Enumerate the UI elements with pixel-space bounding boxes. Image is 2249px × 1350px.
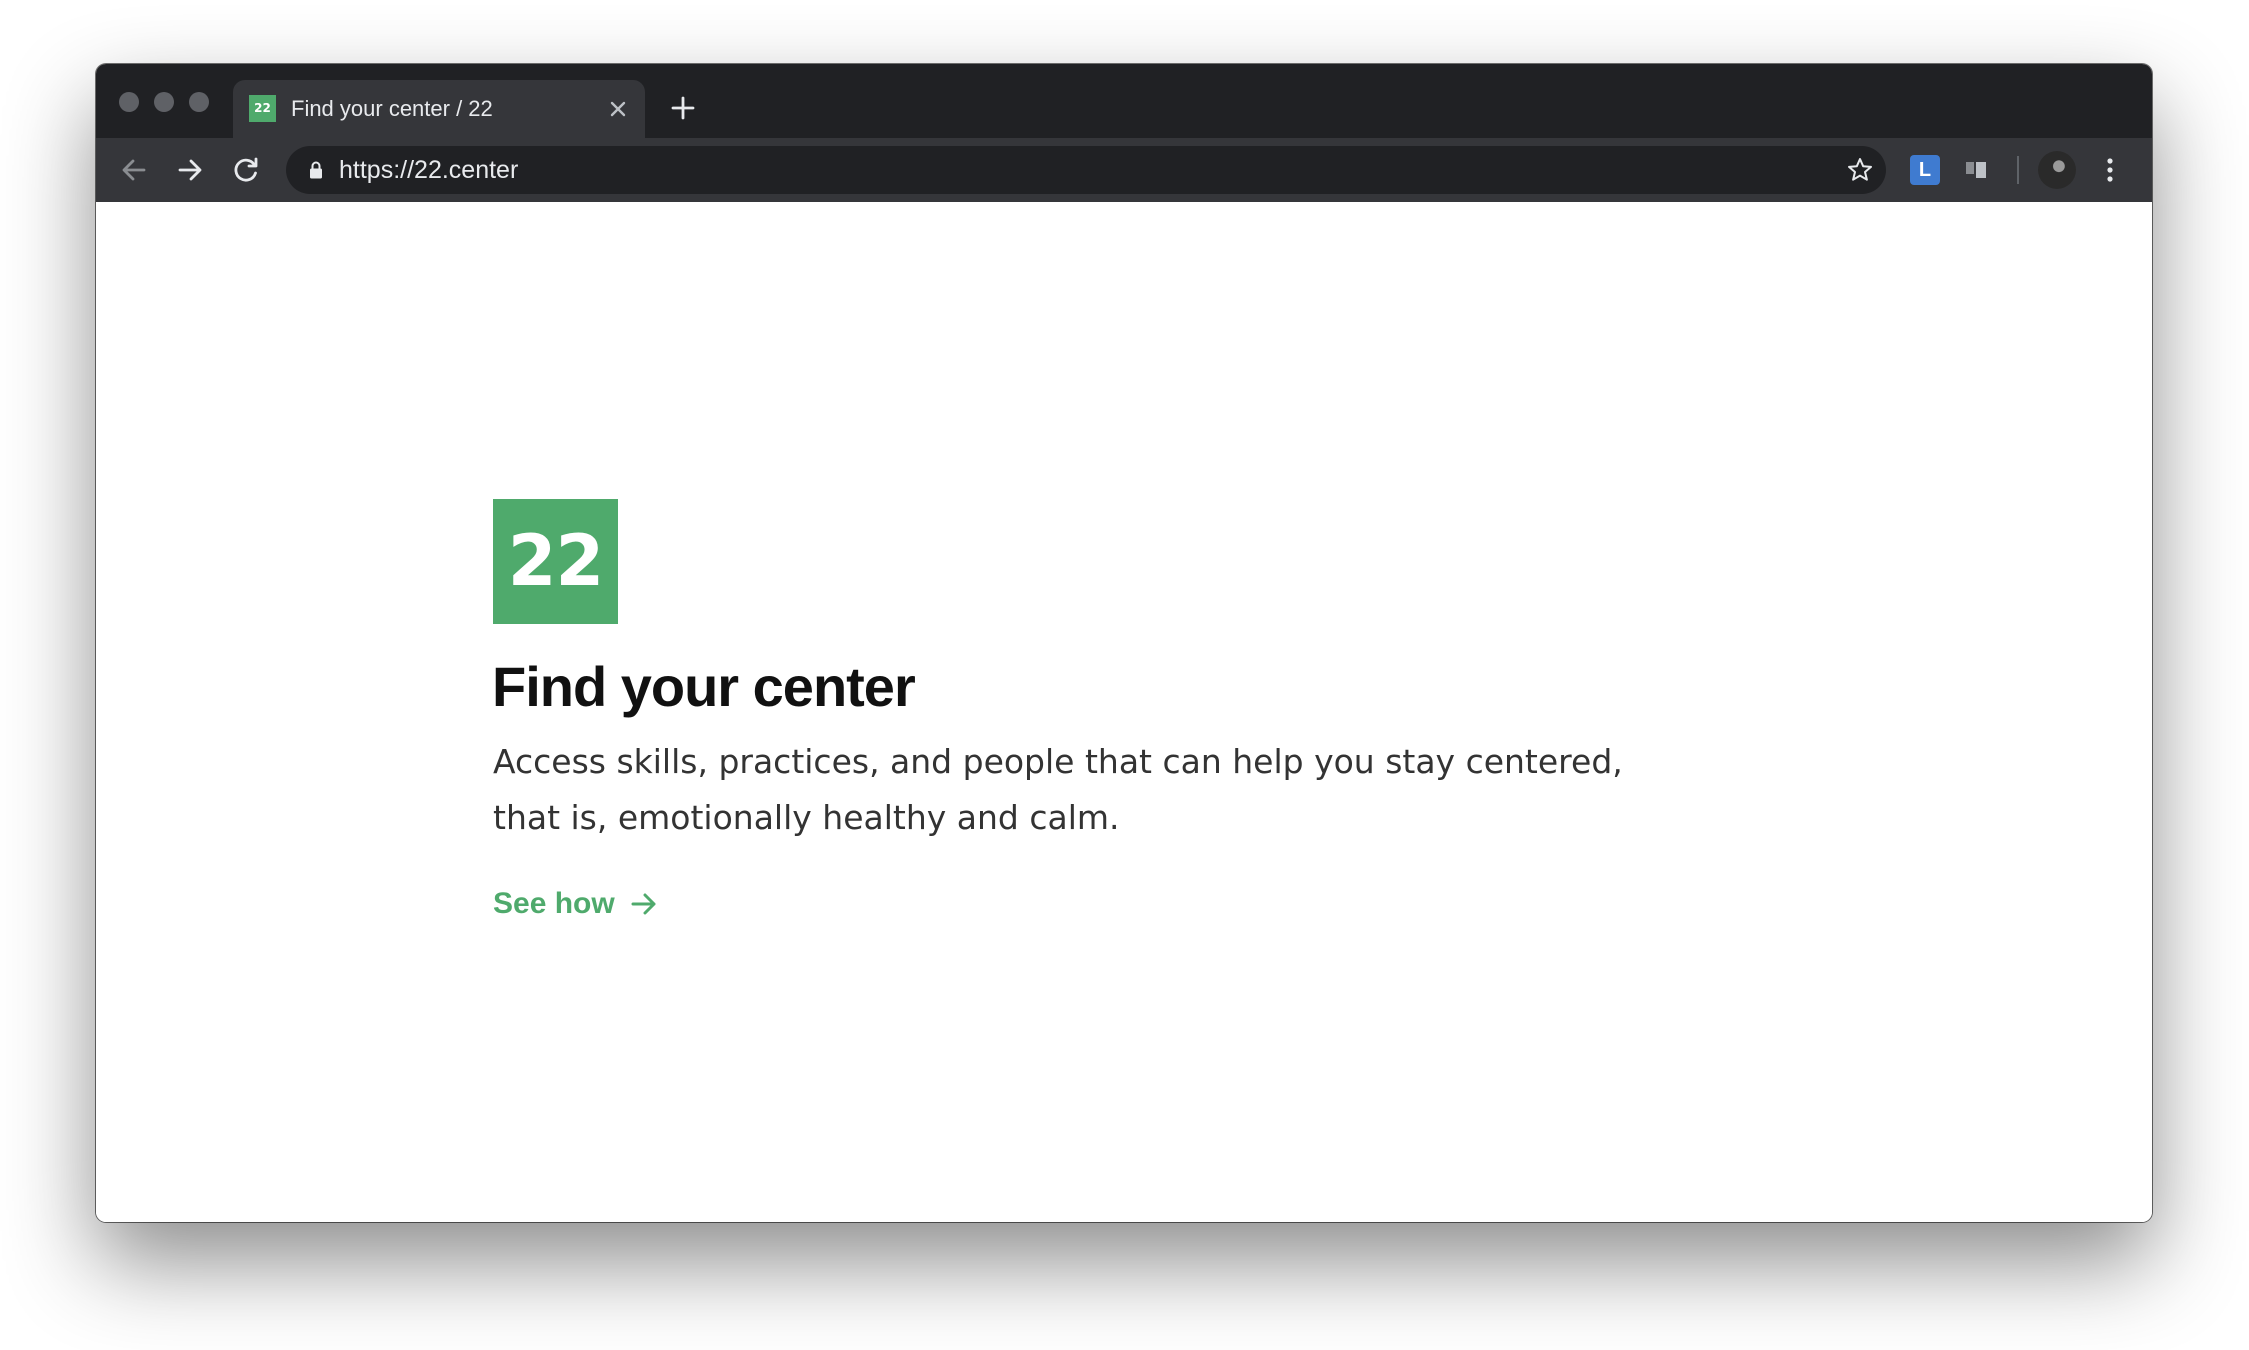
star-icon[interactable] — [1844, 154, 1876, 186]
profile-avatar[interactable] — [2038, 151, 2076, 189]
arrow-left-icon[interactable] — [116, 152, 152, 188]
window-zoom-control[interactable] — [189, 92, 209, 112]
arrow-right-icon[interactable] — [172, 152, 208, 188]
page-headline: Find your center — [492, 655, 916, 718]
tab-favicon: 22 — [249, 95, 276, 122]
plus-icon[interactable] — [669, 94, 697, 122]
site-logo: 22 — [493, 499, 618, 624]
page-viewport: 22 Find your center Access skills, pract… — [96, 202, 2152, 1222]
toolbar-divider — [2017, 156, 2019, 184]
window-minimize-control[interactable] — [154, 92, 174, 112]
reload-icon[interactable] — [228, 152, 264, 188]
see-how-label: See how — [493, 887, 615, 920]
close-icon[interactable] — [605, 96, 631, 122]
window-close-control[interactable] — [119, 92, 139, 112]
screenshot-stage: 22 Find your center / 22 https://22.cent… — [0, 0, 2249, 1350]
tab-strip: 22 Find your center / 22 — [96, 64, 2152, 138]
extension-l-button[interactable]: L — [1910, 155, 1940, 185]
browser-toolbar: https://22.center L — [96, 138, 2152, 202]
see-how-link[interactable]: See how — [493, 884, 659, 924]
arrow-right-icon — [631, 893, 656, 915]
extension-icon[interactable] — [1962, 156, 1992, 184]
lock-icon — [310, 161, 322, 179]
page-subtitle: Access skills, practices, and people tha… — [493, 742, 1623, 837]
tab-title: Find your center / 22 — [291, 96, 493, 121]
url-text[interactable]: https://22.center — [339, 154, 518, 186]
kebab-menu-icon[interactable] — [2092, 152, 2128, 188]
address-bar[interactable]: https://22.center — [286, 146, 1886, 194]
tab-active[interactable]: 22 Find your center / 22 — [233, 80, 645, 138]
browser-window: 22 Find your center / 22 https://22.cent… — [96, 64, 2152, 1222]
